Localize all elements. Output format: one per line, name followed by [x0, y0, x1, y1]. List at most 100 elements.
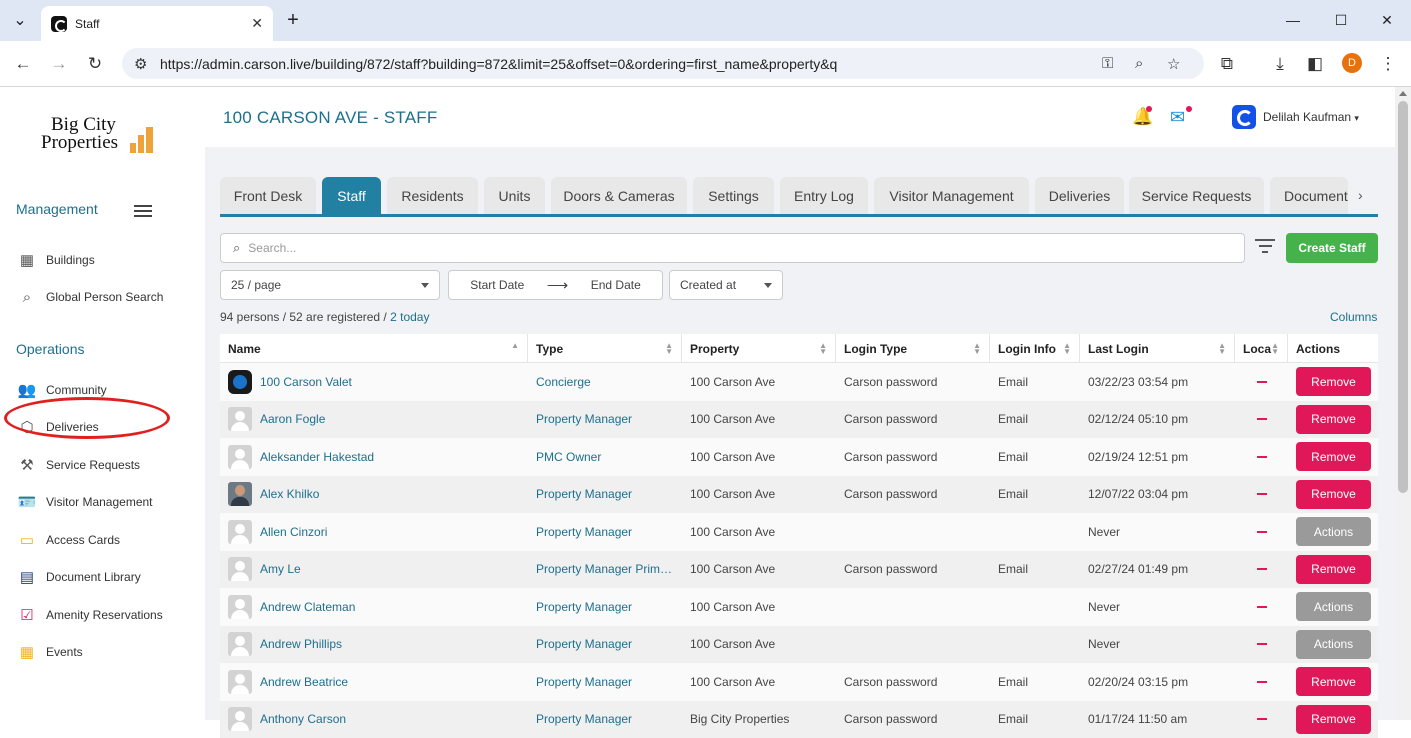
cell-name[interactable]: Amy Le — [220, 551, 528, 588]
sidebar-item-events[interactable]: ▦ Events — [16, 641, 83, 663]
col-login-type[interactable]: Login Type▲▼ — [836, 334, 990, 363]
sidebar-item-buildings[interactable]: ▦ Buildings — [16, 249, 95, 271]
tab-service-requests[interactable]: Service Requests — [1129, 177, 1264, 214]
filter-icon[interactable] — [1255, 239, 1275, 253]
col-last-login[interactable]: Last Login▲▼ — [1080, 334, 1235, 363]
cell-name[interactable]: Andrew Phillips — [220, 626, 528, 663]
tab-staff[interactable]: Staff — [322, 177, 381, 214]
cell-name[interactable]: Andrew Beatrice — [220, 663, 528, 700]
forward-arrow-icon[interactable]: → — [46, 51, 72, 77]
tab-doors-cameras[interactable]: Doors & Cameras — [551, 177, 687, 214]
tab-front-desk[interactable]: Front Desk — [220, 177, 316, 214]
cell-name[interactable]: Alex Khilko — [220, 476, 528, 513]
col-property[interactable]: Property▲▼ — [682, 334, 836, 363]
actions-button[interactable]: Actions — [1296, 592, 1371, 621]
maximize-window-icon[interactable]: ☐ — [1318, 5, 1364, 35]
cell-login-type: Carson password — [836, 363, 990, 400]
user-avatar[interactable] — [1232, 105, 1256, 129]
cell-name[interactable]: Allen Cinzori — [220, 513, 528, 550]
actions-button[interactable]: Actions — [1296, 630, 1371, 659]
cell-name[interactable]: Andrew Clateman — [220, 588, 528, 625]
browser-menu-icon[interactable]: ⋮ — [1375, 51, 1401, 77]
actions-button[interactable]: Actions — [1296, 517, 1371, 546]
remove-button[interactable]: Remove — [1296, 555, 1371, 584]
scroll-up-arrow-icon[interactable] — [1399, 91, 1407, 96]
col-name[interactable]: Name▲ — [220, 334, 528, 363]
remove-button[interactable]: Remove — [1296, 442, 1371, 471]
sidebar-item-document-library[interactable]: ▤ Document Library — [16, 566, 141, 588]
remove-button[interactable]: Remove — [1296, 480, 1371, 509]
tab-entry-log[interactable]: Entry Log — [780, 177, 868, 214]
cell-name-text: 100 Carson Valet — [260, 375, 352, 389]
start-date-field[interactable]: Start Date — [470, 278, 524, 292]
end-date-field[interactable]: End Date — [591, 278, 641, 292]
tab-visitor-management[interactable]: Visitor Management — [874, 177, 1029, 214]
site-settings-icon[interactable]: ⚙ — [134, 48, 147, 79]
col-type[interactable]: Type▲▼ — [528, 334, 682, 363]
cell-name[interactable]: 100 Carson Valet — [220, 363, 528, 400]
columns-link[interactable]: Columns — [1330, 310, 1377, 324]
new-tab-plus-icon[interactable]: + — [279, 6, 307, 34]
tab-search-chevron-icon[interactable]: ⌄ — [6, 6, 34, 34]
close-tab-icon[interactable]: ✕ — [251, 15, 263, 32]
back-arrow-icon[interactable]: ← — [10, 51, 36, 77]
cell-type[interactable]: Property Manager — [528, 701, 682, 738]
sidebar-item-service-requests[interactable]: ⚒ Service Requests — [16, 454, 140, 476]
reload-icon[interactable]: ↻ — [82, 51, 108, 77]
address-bar[interactable]: ⚙ https://admin.carson.live/building/872… — [122, 48, 1204, 79]
remove-button[interactable]: Remove — [1296, 705, 1371, 734]
cell-login-type-text: Carson password — [844, 675, 937, 689]
cell-type[interactable]: Property Manager — [528, 588, 682, 625]
tab-document[interactable]: Document — [1270, 177, 1348, 214]
create-staff-button[interactable]: Create Staff — [1286, 233, 1378, 263]
side-panel-icon[interactable]: ◧ — [1302, 51, 1328, 77]
profile-avatar[interactable]: D — [1342, 53, 1362, 73]
minimize-window-icon[interactable]: — — [1270, 5, 1316, 35]
tab-settings[interactable]: Settings — [693, 177, 774, 214]
cell-name[interactable]: Anthony Carson — [220, 701, 528, 738]
search-input[interactable]: ⌕ Search... — [220, 233, 1245, 263]
today-link[interactable]: 2 today — [390, 310, 429, 324]
col-location[interactable]: Loca▲▼ — [1235, 334, 1288, 363]
col-login-info[interactable]: Login Info▲▼ — [990, 334, 1080, 363]
cell-type[interactable]: Property Manager — [528, 401, 682, 438]
tab-deliveries[interactable]: Deliveries — [1035, 177, 1124, 214]
tab-units[interactable]: Units — [484, 177, 545, 214]
page-scrollbar[interactable] — [1395, 87, 1411, 720]
big-city-properties-logo[interactable]: Big City Properties — [40, 115, 160, 155]
sidebar-item-visitor-management[interactable]: 🪪 Visitor Management — [16, 491, 153, 513]
cell-type[interactable]: Property Manager — [528, 663, 682, 700]
remove-button[interactable]: Remove — [1296, 367, 1371, 396]
extensions-icon[interactable]: ⧉ — [1214, 51, 1240, 77]
password-key-icon[interactable]: ⚿ — [1102, 48, 1113, 79]
browser-tab[interactable]: Staff ✕ — [41, 6, 273, 41]
sidebar-item-label: Events — [46, 645, 83, 659]
remove-button[interactable]: Remove — [1296, 667, 1371, 696]
sort-select[interactable]: Created at — [669, 270, 783, 300]
page-size-select[interactable]: 25 / page — [220, 270, 440, 300]
cell-type[interactable]: Property Manager — [528, 476, 682, 513]
close-window-icon[interactable]: ✕ — [1364, 5, 1410, 35]
zoom-icon[interactable]: ⌕ — [1135, 48, 1143, 79]
date-range-picker[interactable]: Start Date ⟶ End Date — [448, 270, 663, 300]
cell-type[interactable]: PMC Owner — [528, 438, 682, 475]
scrollbar-thumb[interactable] — [1398, 101, 1408, 493]
sidebar-item-global-person-search[interactable]: ⌕ Global Person Search — [16, 286, 163, 308]
remove-button[interactable]: Remove — [1296, 405, 1371, 434]
hamburger-menu-icon[interactable] — [134, 205, 152, 217]
sidebar-item-access-cards[interactable]: ▭ Access Cards — [16, 529, 120, 551]
cell-name[interactable]: Aleksander Hakestad — [220, 438, 528, 475]
sort-icon: ▲▼ — [665, 343, 673, 355]
cell-name[interactable]: Aaron Fogle — [220, 401, 528, 438]
cell-type[interactable]: Property Manager — [528, 513, 682, 550]
bookmark-star-icon[interactable]: ☆ — [1167, 48, 1180, 79]
cell-type[interactable]: Property Manager Prim… — [528, 551, 682, 588]
tabs-next-chevron-icon[interactable]: › — [1358, 187, 1363, 203]
sidebar-item-amenity-reservations[interactable]: ☑ Amenity Reservations — [16, 604, 163, 626]
user-menu[interactable]: Delilah Kaufman ▾ — [1263, 110, 1359, 124]
mail-icon[interactable]: ✉ — [1170, 107, 1185, 128]
tab-residents[interactable]: Residents — [387, 177, 478, 214]
download-icon[interactable]: ⤓ — [1267, 51, 1293, 77]
cell-type[interactable]: Property Manager — [528, 626, 682, 663]
cell-type[interactable]: Concierge — [528, 363, 682, 400]
